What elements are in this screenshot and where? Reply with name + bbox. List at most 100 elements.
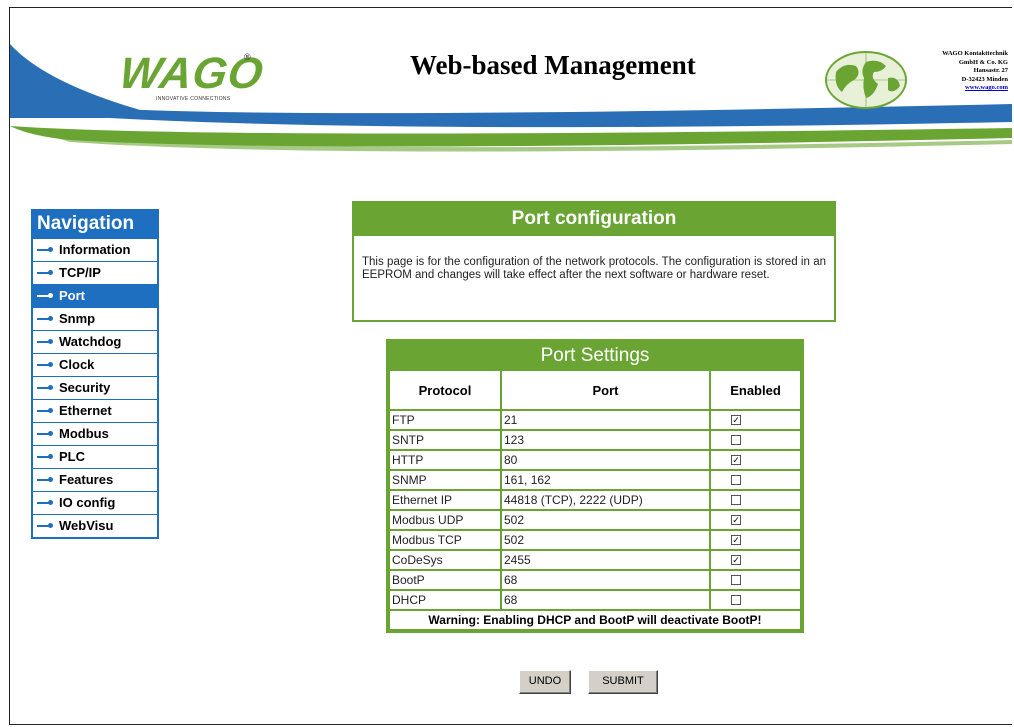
port-settings-panel: Port Settings Protocol Port Enabled FTP 2… (386, 339, 804, 633)
arrow-bullet-icon (37, 270, 53, 275)
port-input[interactable]: 123 (502, 431, 709, 449)
arrow-bullet-icon (37, 523, 53, 528)
nav-item-label: IO config (59, 495, 116, 510)
enabled-checkbox[interactable]: ✓ (731, 454, 741, 465)
enabled-cell: ✓ (711, 551, 800, 569)
dhcp-bootp-warning: Warning: Enabling DHCP and BootP will de… (390, 611, 800, 629)
table-row: CoDeSys 2455 ✓ (390, 551, 800, 569)
table-row: DHCP 68 (390, 591, 800, 609)
table-row: Modbus UDP 502 ✓ (390, 511, 800, 529)
arrow-bullet-icon (37, 431, 53, 436)
company-website-link[interactable]: www.wago.com (908, 84, 1008, 93)
nav-item-webvisu[interactable]: WebVisu (33, 514, 157, 537)
nav-item-watchdog[interactable]: Watchdog (33, 330, 157, 353)
nav-item-label: Watchdog (59, 334, 122, 349)
nav-item-snmp[interactable]: Snmp (33, 307, 157, 330)
table-row: BootP 68 (390, 571, 800, 589)
submit-button[interactable]: SUBMIT (588, 670, 658, 694)
nav-item-port[interactable]: Port (33, 284, 157, 307)
arrow-bullet-icon (37, 339, 53, 344)
browser-page: WAGO INNOVATIVE CONNECTIONS ® Web-based … (9, 7, 1012, 725)
enabled-checkbox[interactable] (731, 474, 741, 485)
table-row: SNMP 161, 162 (390, 471, 800, 489)
undo-button[interactable]: UNDO (519, 670, 571, 694)
nav-item-modbus[interactable]: Modbus (33, 422, 157, 445)
arrow-bullet-icon (37, 408, 53, 413)
port-input[interactable]: 161, 162 (502, 471, 709, 489)
enabled-cell: ✓ (711, 451, 800, 469)
table-row: HTTP 80 ✓ (390, 451, 800, 469)
column-header-enabled: Enabled (711, 371, 800, 409)
nav-item-clock[interactable]: Clock (33, 353, 157, 376)
arrow-bullet-icon (37, 385, 53, 390)
nav-item-ethernet[interactable]: Ethernet (33, 399, 157, 422)
arrow-bullet-icon (37, 500, 53, 505)
table-row: Ethernet IP 44818 (TCP), 2222 (UDP) (390, 491, 800, 509)
nav-item-label: Security (59, 380, 111, 395)
protocol-cell: Modbus TCP (390, 531, 500, 549)
address-line: D-32423 Minden (961, 75, 1008, 83)
nav-item-label: WebVisu (59, 518, 114, 533)
address-line: GmbH & Co. KG (958, 58, 1008, 66)
enabled-cell (711, 431, 800, 449)
enabled-checkbox[interactable]: ✓ (731, 534, 741, 545)
enabled-checkbox[interactable]: ✓ (731, 554, 741, 565)
port-settings-table: Protocol Port Enabled FTP 21 ✓ SNTP 123 HTTP 8… (388, 369, 802, 631)
address-line: WAGO Kontakttechnik (942, 50, 1008, 57)
port-input[interactable]: 44818 (TCP), 2222 (UDP) (502, 491, 709, 509)
table-row: SNTP 123 (390, 431, 800, 449)
enabled-checkbox[interactable] (731, 574, 741, 585)
port-input[interactable]: 502 (502, 511, 709, 529)
column-header-port: Port (502, 371, 709, 409)
protocol-cell: DHCP (390, 591, 500, 609)
enabled-cell (711, 571, 800, 589)
protocol-cell: Ethernet IP (390, 491, 500, 509)
port-input[interactable]: 502 (502, 531, 709, 549)
arrow-bullet-icon (37, 454, 53, 459)
port-configuration-box: Port configuration This page is for the … (352, 201, 836, 322)
port-settings-title: Port Settings (540, 345, 650, 366)
nav-item-label: Modbus (59, 426, 109, 441)
enabled-checkbox[interactable]: ✓ (731, 514, 741, 525)
enabled-checkbox[interactable] (731, 594, 741, 605)
enabled-checkbox[interactable] (731, 494, 741, 505)
table-header-row: Protocol Port Enabled (390, 371, 800, 409)
port-input[interactable]: 68 (502, 571, 709, 589)
protocol-cell: BootP (390, 571, 500, 589)
navigation-panel: Navigation Information TCP/IP Port Snmp … (31, 209, 159, 539)
port-input[interactable]: 68 (502, 591, 709, 609)
nav-item-io-config[interactable]: IO config (33, 491, 157, 514)
enabled-cell (711, 491, 800, 509)
port-input[interactable]: 80 (502, 451, 709, 469)
company-address: WAGO Kontakttechnik GmbH & Co. KG Hansas… (908, 50, 1008, 93)
port-input[interactable]: 2455 (502, 551, 709, 569)
table-row: FTP 21 ✓ (390, 411, 800, 429)
nav-item-plc[interactable]: PLC (33, 445, 157, 468)
enabled-checkbox[interactable] (731, 434, 741, 445)
nav-item-label: Snmp (59, 311, 96, 326)
protocol-cell: CoDeSys (390, 551, 500, 569)
nav-item-tcpip[interactable]: TCP/IP (33, 261, 157, 284)
arrow-bullet-icon (37, 362, 53, 367)
arrow-bullet-icon (37, 477, 53, 482)
registered-mark-icon: ® (244, 52, 251, 62)
protocol-cell: SNMP (390, 471, 500, 489)
enabled-cell: ✓ (711, 511, 800, 529)
nav-item-label: Clock (59, 357, 95, 372)
port-configuration-title: Port configuration (354, 203, 834, 236)
enabled-checkbox[interactable]: ✓ (731, 414, 741, 425)
nav-item-label: PLC (59, 449, 85, 464)
arrow-bullet-icon (37, 293, 53, 298)
enabled-cell (711, 591, 800, 609)
navigation-title: Navigation (33, 211, 157, 238)
nav-item-security[interactable]: Security (33, 376, 157, 399)
nav-item-label: Ethernet (59, 403, 112, 418)
nav-item-label: TCP/IP (59, 265, 101, 280)
nav-item-information[interactable]: Information (33, 238, 157, 261)
port-configuration-description: This page is for the configuration of th… (362, 256, 826, 281)
port-input[interactable]: 21 (502, 411, 709, 429)
page-header: WAGO INNOVATIVE CONNECTIONS ® Web-based … (10, 8, 1012, 168)
nav-item-label: Port (59, 288, 85, 303)
nav-item-features[interactable]: Features (33, 468, 157, 491)
table-row: Modbus TCP 502 ✓ (390, 531, 800, 549)
